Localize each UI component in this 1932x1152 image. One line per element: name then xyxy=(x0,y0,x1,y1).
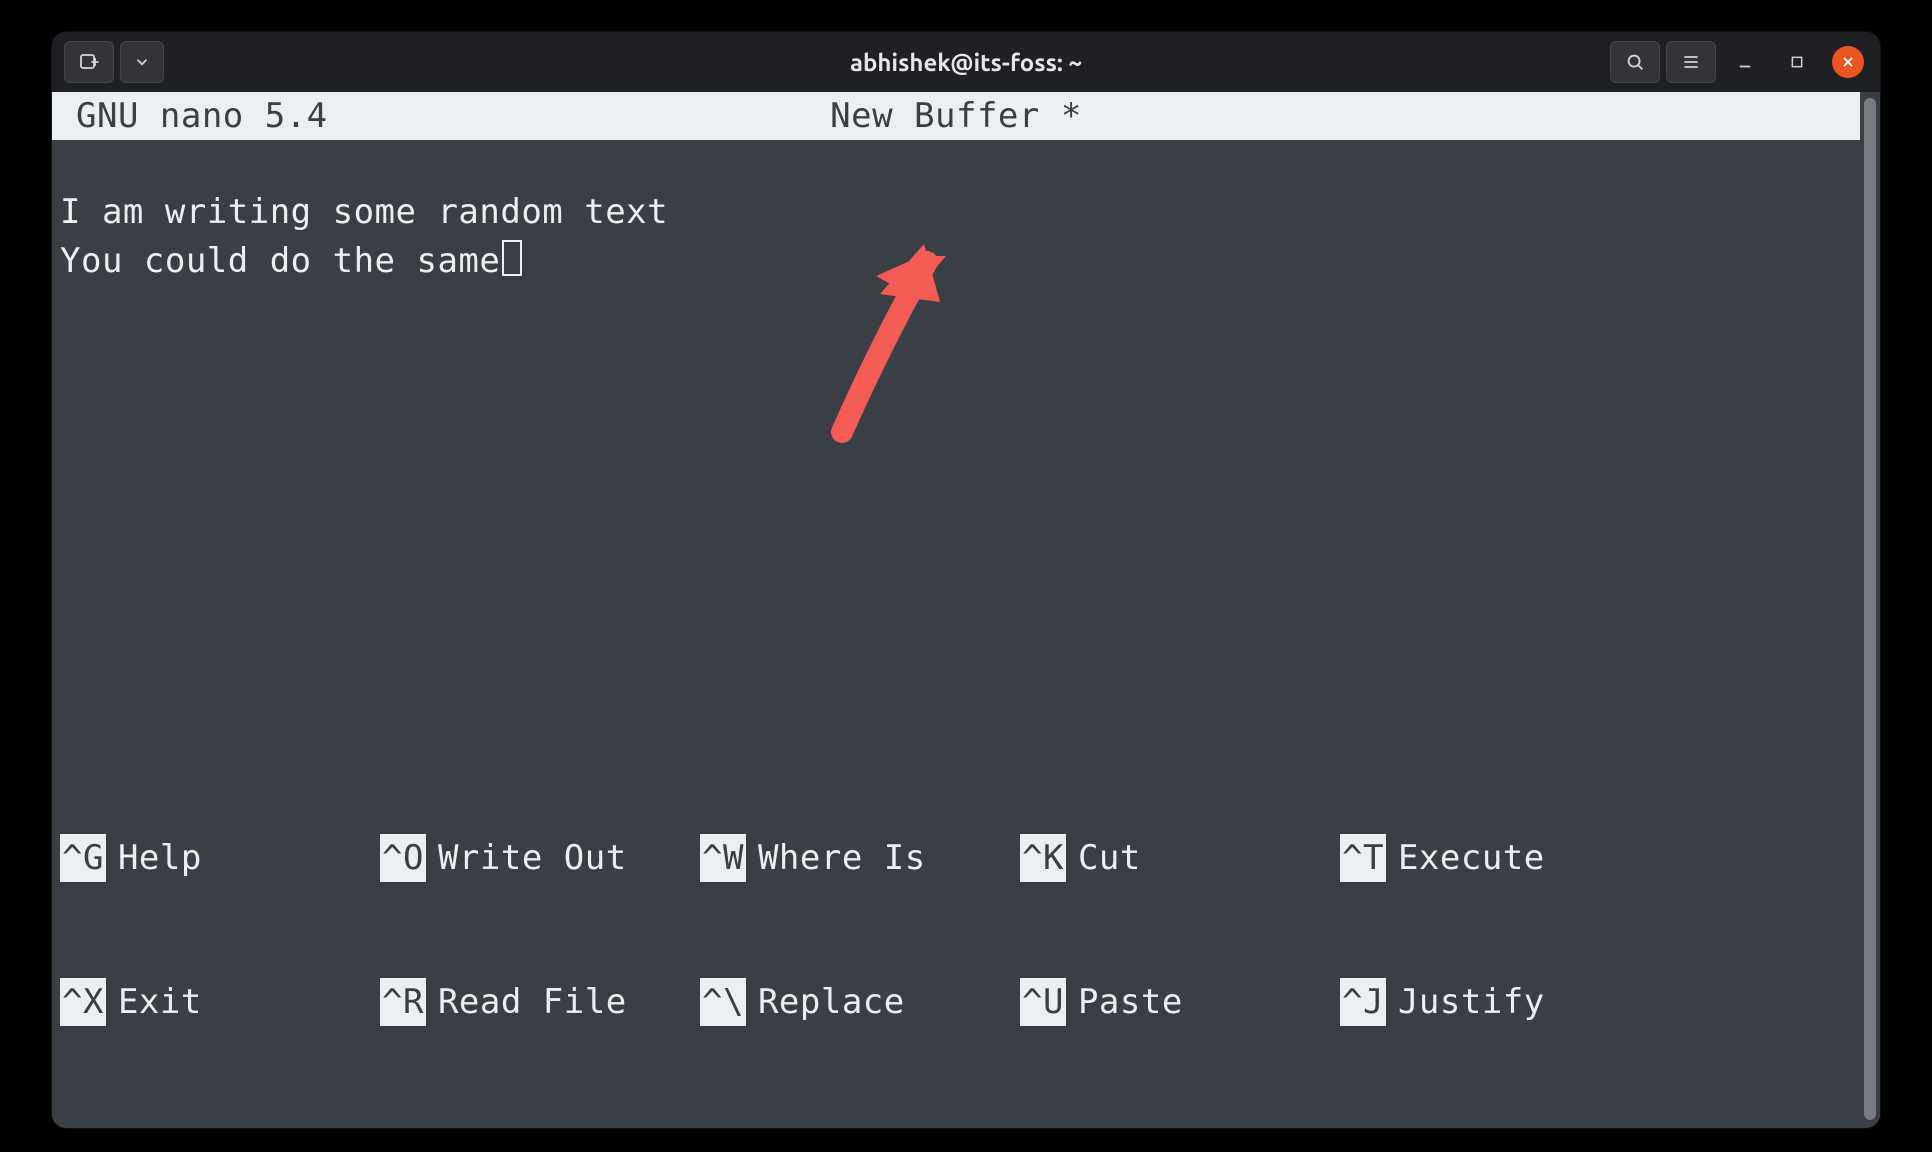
shortcut-key: ^K xyxy=(1020,834,1066,882)
shortcut-key: ^\ xyxy=(700,978,746,1026)
shortcut-key: ^W xyxy=(700,834,746,882)
nano-line: I am writing some random text xyxy=(60,192,668,232)
hamburger-menu-button[interactable] xyxy=(1666,41,1716,83)
shortcut-label: Help xyxy=(118,834,202,882)
shortcut-key: ^O xyxy=(380,834,426,882)
scrollbar[interactable] xyxy=(1864,98,1876,1120)
shortcut-label: Justify xyxy=(1398,978,1545,1026)
shortcut-label: Execute xyxy=(1398,834,1545,882)
new-tab-button[interactable] xyxy=(64,41,114,83)
window-title: abhishek@its-foss: ~ xyxy=(52,49,1880,76)
shortcut-key: ^T xyxy=(1340,834,1386,882)
shortcut-label: Read File xyxy=(438,978,627,1026)
terminal-window: abhishek@its-foss: ~ xyxy=(52,32,1880,1128)
nano-shortcut-bar: ^GHelp ^OWrite Out ^WWhere Is ^KCut ^TEx… xyxy=(52,738,1860,1128)
text-cursor xyxy=(502,240,522,276)
shortcut-label: Replace xyxy=(758,978,905,1026)
close-button[interactable] xyxy=(1832,46,1864,78)
shortcut-key: ^J xyxy=(1340,978,1386,1026)
search-button[interactable] xyxy=(1610,41,1660,83)
nano-buffer-name: New Buffer * xyxy=(52,92,1860,140)
maximize-button[interactable] xyxy=(1774,41,1820,83)
shortcut-label: Exit xyxy=(118,978,202,1026)
shortcut-key: ^G xyxy=(60,834,106,882)
shortcut-label: Cut xyxy=(1078,834,1141,882)
shortcut-key: ^U xyxy=(1020,978,1066,1026)
nano-editor-content[interactable]: I am writing some random text You could … xyxy=(52,140,1860,333)
tab-menu-button[interactable] xyxy=(120,41,164,83)
shortcut-key: ^R xyxy=(380,978,426,1026)
nano-title-bar: GNU nano 5.4 New Buffer * xyxy=(52,92,1860,140)
minimize-button[interactable] xyxy=(1722,41,1768,83)
window-titlebar: abhishek@its-foss: ~ xyxy=(52,32,1880,92)
nano-line: You could do the same xyxy=(60,241,500,281)
shortcut-label: Where Is xyxy=(758,834,926,882)
terminal-area[interactable]: GNU nano 5.4 New Buffer * I am writing s… xyxy=(52,92,1880,1128)
shortcut-key: ^X xyxy=(60,978,106,1026)
shortcut-label: Write Out xyxy=(438,834,627,882)
shortcut-label: Paste xyxy=(1078,978,1183,1026)
